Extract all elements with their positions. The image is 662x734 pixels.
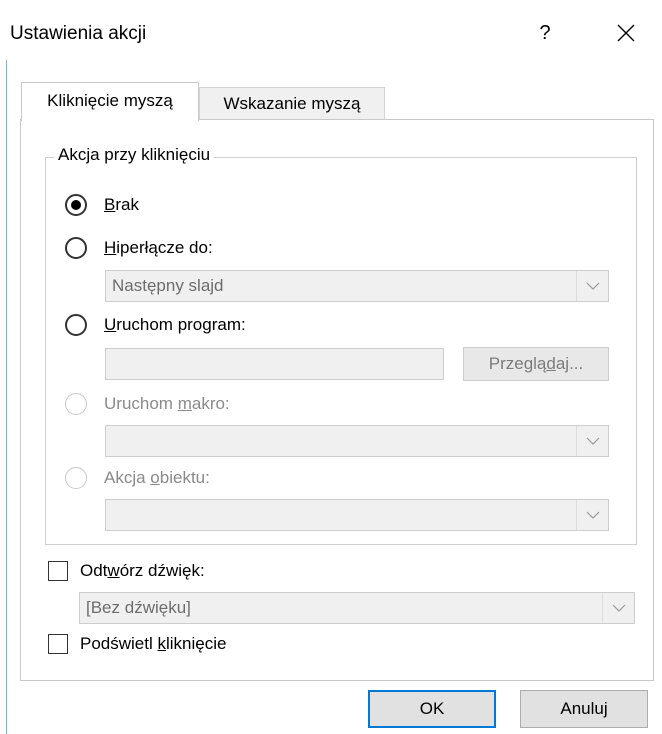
radio-hyperlink-label-rest: iperłącze do:	[116, 238, 213, 257]
radio-run-program-label: Uruchom program:	[104, 315, 246, 335]
chevron-down-icon	[586, 511, 600, 519]
play-sound-label-start: Odt	[80, 561, 108, 580]
object-action-select[interactable]	[105, 499, 609, 531]
chevron-down-icon	[612, 604, 626, 612]
radio-run-macro-label-start: Uruchom	[104, 394, 178, 413]
radio-hyperlink-label-mnemonic: H	[104, 238, 117, 257]
chevron-down-icon	[586, 282, 600, 290]
radio-hyperlink[interactable]	[65, 237, 87, 259]
tab-mouse-over[interactable]: Wskazanie myszą	[199, 87, 385, 120]
highlight-click-label: Podświetl kliknięcie	[80, 634, 226, 654]
radio-object-action-label: Akcja obiektu:	[104, 468, 210, 488]
radio-none-label-mnemonic: B	[104, 195, 116, 214]
radio-run-program-label-mnemonic: U	[104, 315, 117, 334]
radio-run-program-label-rest: ruchom program:	[116, 315, 246, 334]
radio-run-macro[interactable]	[65, 393, 87, 415]
radio-run-macro-label: Uruchom makro:	[104, 394, 230, 414]
sound-select[interactable]: [Bez dźwięku]	[79, 592, 635, 624]
object-action-select-arrow[interactable]	[576, 500, 608, 530]
browse-button-label-start: Przeglą	[488, 354, 547, 373]
dialog-title: Ustawienia akcji	[10, 23, 147, 44]
window-border	[6, 60, 7, 734]
hyperlink-select-value: Następny slajd	[112, 276, 224, 295]
close-button[interactable]	[606, 14, 646, 52]
highlight-click-label-start: Podświetl	[80, 634, 158, 653]
play-sound-checkbox[interactable]	[48, 561, 68, 581]
click-action-group: Akcja przy kliknięciu Brak Hiperłącze do…	[45, 145, 637, 545]
ok-button[interactable]: OK	[368, 690, 496, 728]
macro-select[interactable]	[105, 425, 609, 457]
sound-select-arrow[interactable]	[602, 593, 634, 623]
help-button[interactable]: ?	[528, 14, 562, 52]
play-sound-label-mnemonic: w	[107, 561, 120, 580]
highlight-click-label-mnemonic: k	[157, 634, 166, 653]
radio-run-macro-label-mnemonic: m	[177, 394, 192, 413]
radio-hyperlink-label: Hiperłącze do:	[104, 238, 213, 258]
radio-object-action[interactable]	[65, 467, 87, 489]
tab-panel: Akcja przy kliknięciu Brak Hiperłącze do…	[20, 119, 654, 681]
group-legend: Akcja przy kliknięciu	[54, 145, 215, 165]
radio-none[interactable]	[65, 194, 87, 216]
radio-none-label-rest: rak	[115, 195, 139, 214]
tab-mouse-click[interactable]: Kliknięcie myszą	[21, 82, 199, 121]
browse-button[interactable]: Przeglądaj...	[463, 347, 609, 381]
radio-object-action-label-end: biektu:	[159, 468, 210, 487]
tab-strip: Kliknięcie myszą Wskazanie myszą	[0, 80, 662, 121]
radio-object-action-label-start: Akcja	[104, 468, 151, 487]
browse-button-label-end: aj...	[555, 354, 584, 373]
highlight-click-checkbox[interactable]	[48, 634, 68, 654]
highlight-click-label-end: liknięcie	[165, 634, 227, 653]
action-settings-dialog: Ustawienia akcji ? Kliknięcie myszą Wska…	[0, 0, 662, 734]
macro-select-arrow[interactable]	[576, 426, 608, 456]
chevron-down-icon	[586, 437, 600, 445]
radio-run-macro-label-end: akro:	[191, 394, 230, 413]
cancel-button[interactable]: Anuluj	[520, 690, 648, 728]
play-sound-label-end: órz dźwięk:	[119, 561, 205, 580]
hyperlink-select-arrow[interactable]	[576, 271, 608, 301]
radio-object-action-label-mnemonic: o	[150, 468, 160, 487]
radio-none-label: Brak	[104, 195, 139, 215]
play-sound-label: Odtwórz dźwięk:	[80, 561, 205, 581]
browse-button-label-mnemonic: d	[546, 354, 556, 373]
radio-run-program[interactable]	[65, 314, 87, 336]
hyperlink-select[interactable]: Następny slajd	[105, 270, 609, 302]
close-icon	[617, 24, 635, 42]
sound-select-value: [Bez dźwięku]	[86, 598, 191, 617]
title-bar: Ustawienia akcji ?	[0, 0, 662, 60]
program-path-input[interactable]	[105, 348, 444, 380]
